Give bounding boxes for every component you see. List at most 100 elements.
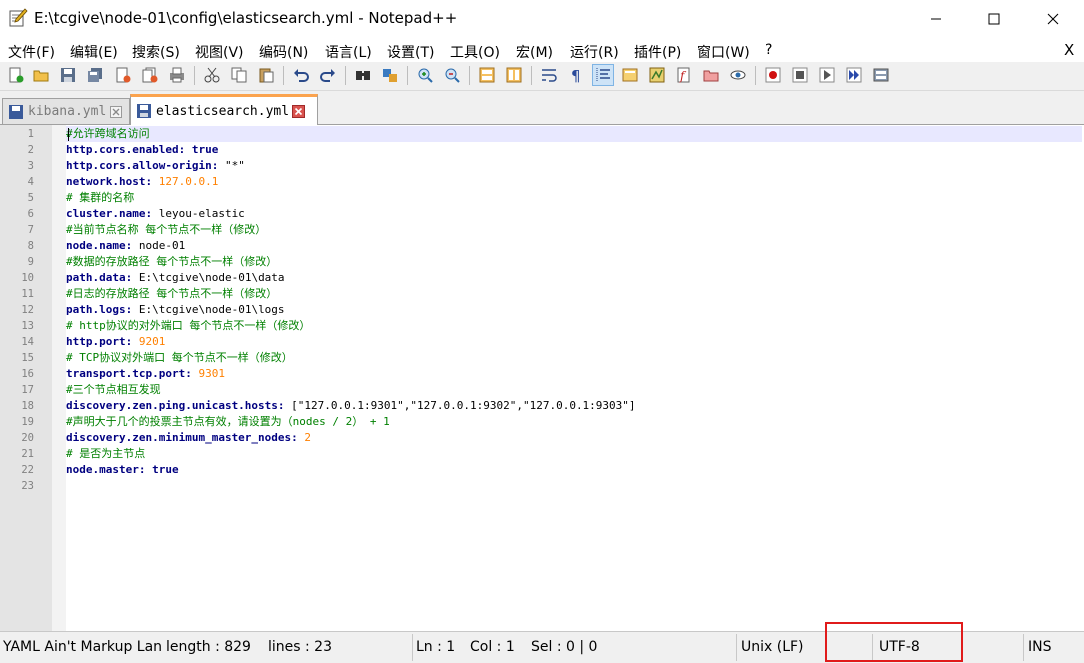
code-line[interactable]: transport.tcp.port: 9301 (66, 366, 1082, 382)
code-token: #数据的存放路径 每个节点不一样（修改） (66, 255, 278, 268)
status-ln: Ln : 1 (416, 639, 456, 655)
code-line[interactable]: #日志的存放路径 每个节点不一样（修改） (66, 286, 1082, 302)
word-wrap-icon[interactable] (539, 65, 559, 85)
save-all-icon[interactable] (85, 65, 105, 85)
line-number: 8 (27, 240, 34, 252)
code-line[interactable]: http.cors.enabled: true (66, 142, 1082, 158)
playback-macro-icon[interactable] (817, 65, 837, 85)
close-all-icon[interactable] (140, 65, 160, 85)
line-number: 17 (21, 384, 34, 396)
new-file-icon[interactable] (6, 65, 26, 85)
menu-plugins[interactable]: 插件(P) (634, 42, 681, 62)
open-file-icon[interactable] (31, 65, 51, 85)
line-number: 7 (27, 224, 34, 236)
zoom-in-icon[interactable] (415, 65, 435, 85)
menu-language[interactable]: 语言(L) (325, 42, 372, 62)
file-icon (8, 104, 24, 120)
editor[interactable]: 1 2 3 4 5 6 7 8 9 10 11 12 13 14 15 16 17 18 19 20 21 22 23 #允… (0, 125, 1084, 631)
close-window-button[interactable] (1024, 0, 1082, 38)
menu-encoding[interactable]: 编码(N) (259, 42, 308, 62)
close-tab-icon[interactable] (292, 104, 306, 118)
code-line[interactable]: # 集群的名称 (66, 190, 1082, 206)
monitoring-eye-icon[interactable] (728, 65, 748, 85)
code-line[interactable]: path.data: E:\tcgive\node-01\data (66, 270, 1082, 286)
run-macro-multiple-icon[interactable] (844, 65, 864, 85)
print-icon[interactable] (167, 65, 187, 85)
line-number: 9 (27, 256, 34, 268)
code-token: path.logs: (66, 303, 133, 316)
minimize-button[interactable] (907, 0, 965, 38)
close-tab-icon[interactable] (109, 105, 122, 118)
menu-tools[interactable]: 工具(O) (450, 42, 500, 62)
code-token: ["127.0.0.1:9301","127.0.0.1:9302","127.… (284, 399, 636, 412)
code-line[interactable]: # http协议的对外端口 每个节点不一样（修改） (66, 318, 1082, 334)
menu-edit[interactable]: 编辑(E) (70, 42, 118, 62)
close-file-icon[interactable] (113, 65, 133, 85)
code-line[interactable]: discovery.zen.ping.unicast.hosts: ["127.… (66, 398, 1082, 414)
find-icon[interactable] (353, 65, 373, 85)
code-line[interactable] (66, 478, 1082, 494)
menu-search[interactable]: 搜索(S) (132, 42, 180, 62)
record-macro-icon[interactable] (763, 65, 783, 85)
menu-file[interactable]: 文件(F) (8, 42, 55, 62)
code-area[interactable]: #允许跨域名访问 http.cors.enabled: true http.cors… (66, 125, 1084, 631)
menu-window[interactable]: 窗口(W) (697, 42, 750, 62)
code-line[interactable]: #当前节点名称 每个节点不一样（修改） (66, 222, 1082, 238)
code-line[interactable]: #允许跨域名访问 (66, 126, 1082, 142)
code-line[interactable]: #数据的存放路径 每个节点不一样（修改） (66, 254, 1082, 270)
maximize-button[interactable] (965, 0, 1023, 38)
code-line[interactable]: cluster.name: leyou-elastic (66, 206, 1082, 222)
replace-icon[interactable] (380, 65, 400, 85)
status-eol: Unix (LF) (741, 639, 804, 655)
code-line[interactable]: http.cors.allow-origin: "*" (66, 158, 1082, 174)
menu-help[interactable]: ? (765, 42, 772, 58)
close-document-button[interactable]: X (1064, 41, 1074, 59)
status-insert-mode: INS (1028, 639, 1052, 655)
tab-label: kibana.yml (28, 104, 107, 119)
user-defined-language-icon[interactable] (620, 65, 640, 85)
show-all-characters-icon[interactable]: ¶ (566, 65, 586, 85)
line-number: 20 (21, 432, 34, 444)
menu-macro[interactable]: 宏(M) (516, 42, 553, 62)
line-number-gutter: 1 2 3 4 5 6 7 8 9 10 11 12 13 14 15 16 17 18 19 20 21 22 23 (0, 125, 52, 631)
fold-margin[interactable] (52, 125, 66, 631)
sync-horizontal-icon[interactable] (504, 65, 524, 85)
code-line[interactable]: path.logs: E:\tcgive\node-01\logs (66, 302, 1082, 318)
code-token: #日志的存放路径 每个节点不一样（修改） (66, 287, 278, 300)
redo-icon[interactable] (318, 65, 338, 85)
document-map-icon[interactable] (647, 65, 667, 85)
menu-view[interactable]: 视图(V) (195, 42, 244, 62)
code-token: #允许跨域名访问 (66, 127, 150, 140)
function-list-icon[interactable]: f (674, 65, 694, 85)
undo-icon[interactable] (291, 65, 311, 85)
sync-vertical-icon[interactable] (477, 65, 497, 85)
code-line[interactable]: network.host: 127.0.0.1 (66, 174, 1082, 190)
code-line[interactable]: #三个节点相互发现 (66, 382, 1082, 398)
code-line[interactable]: node.name: node-01 (66, 238, 1082, 254)
indent-guide-icon[interactable] (592, 64, 614, 86)
tab-elasticsearch-yml[interactable]: elasticsearch.yml (130, 94, 318, 125)
line-number: 21 (21, 448, 34, 460)
zoom-out-icon[interactable] (442, 65, 462, 85)
copy-icon[interactable] (229, 65, 249, 85)
code-token: #声明大于几个的投票主节点有效，请设置为（nodes / 2） + 1 (66, 415, 390, 428)
code-line[interactable]: http.port: 9201 (66, 334, 1082, 350)
stop-recording-icon[interactable] (790, 65, 810, 85)
folder-as-workspace-icon[interactable] (701, 65, 721, 85)
code-token: 127.0.0.1 (158, 175, 219, 188)
tab-kibana-yml[interactable]: kibana.yml (2, 98, 130, 124)
code-line[interactable]: discovery.zen.minimum_master_nodes: 2 (66, 430, 1082, 446)
status-length: length : 829 (166, 639, 251, 655)
save-macro-icon[interactable] (871, 65, 891, 85)
menu-settings[interactable]: 设置(T) (387, 42, 434, 62)
code-line[interactable]: node.master: true (66, 462, 1082, 478)
menu-run[interactable]: 运行(R) (570, 42, 619, 62)
paste-icon[interactable] (256, 65, 276, 85)
code-line[interactable]: # TCP协议对外端口 每个节点不一样（修改） (66, 350, 1082, 366)
cut-icon[interactable] (202, 65, 222, 85)
code-line[interactable]: #声明大于几个的投票主节点有效，请设置为（nodes / 2） + 1 (66, 414, 1082, 430)
save-icon[interactable] (58, 65, 78, 85)
line-number: 19 (21, 416, 34, 428)
code-line[interactable]: # 是否为主节点 (66, 446, 1082, 462)
